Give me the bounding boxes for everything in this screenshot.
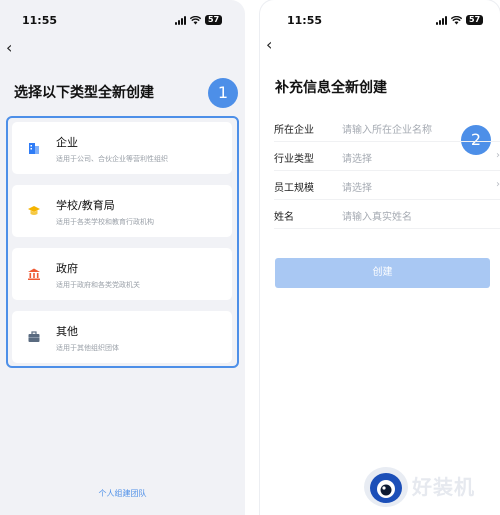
signal-icon <box>436 15 447 25</box>
field-label: 员工规模 <box>274 183 314 194</box>
briefcase-icon <box>28 331 40 342</box>
company-input[interactable]: 请输入所在企业名称 <box>342 121 432 136</box>
field-label: 所在企业 <box>274 125 314 136</box>
name-input[interactable]: 请输入真实姓名 <box>342 208 412 223</box>
type-name: 企业 <box>56 136 78 149</box>
wifi-icon <box>190 15 201 24</box>
field-label: 行业类型 <box>274 154 314 165</box>
chevron-right-icon: › <box>496 179 500 190</box>
type-name: 政府 <box>56 262 78 275</box>
back-button[interactable]: ‹ <box>6 38 12 57</box>
field-label: 姓名 <box>274 212 294 223</box>
watermark-text: 好装机 <box>412 475 475 499</box>
signal-icon <box>175 15 186 25</box>
page-title: 选择以下类型全新创建 <box>14 85 154 101</box>
type-name: 其他 <box>56 325 78 338</box>
type-card-school[interactable]: 学校/教育局 适用于各类学校和教育行政机构 <box>12 185 232 237</box>
status-icons: 57 <box>436 15 484 25</box>
type-desc: 适用于政府和各类党政机关 <box>56 281 140 289</box>
industry-select[interactable]: 请选择 <box>342 150 372 165</box>
status-bar: 11:55 57 <box>0 12 245 32</box>
government-icon <box>28 268 40 280</box>
field-company[interactable]: 所在企业 请输入所在企业名称 <box>274 114 500 142</box>
field-name[interactable]: 姓名 请输入真实姓名 <box>274 201 500 229</box>
personal-team-link[interactable]: 个人组建团队 <box>0 488 245 499</box>
field-staff-size[interactable]: 员工规模 请选择 › <box>274 172 500 200</box>
eye-logo-icon <box>364 467 408 507</box>
status-icons: 57 <box>175 15 223 25</box>
status-time: 11:55 <box>22 14 58 27</box>
type-card-other[interactable]: 其他 适用于其他组织团体 <box>12 311 232 363</box>
field-industry[interactable]: 行业类型 请选择 › <box>274 143 500 171</box>
building-icon <box>29 143 39 154</box>
type-desc: 适用于其他组织团体 <box>56 344 119 352</box>
type-desc: 适用于公司、合伙企业等营利性组织 <box>56 155 168 163</box>
site-watermark: 好装机 <box>362 463 500 511</box>
step-badge: 1 <box>208 78 238 108</box>
create-button[interactable]: 创建 <box>275 258 490 288</box>
page-title: 补充信息全新创建 <box>275 80 387 96</box>
status-time: 11:55 <box>287 14 323 27</box>
type-select-screen: 11:55 57 ‹ 选择以下类型全新创建 1 企业 适用于公司、合伙企业等营利… <box>0 0 245 515</box>
type-card-government[interactable]: 政府 适用于政府和各类党政机关 <box>12 248 232 300</box>
battery-icon: 57 <box>466 15 484 25</box>
back-button[interactable]: ‹ <box>266 35 272 54</box>
chevron-right-icon: › <box>496 150 500 161</box>
wifi-icon <box>451 15 462 24</box>
supplement-info-screen: 11:55 57 ‹ 补充信息全新创建 2 所在企业 请输入所在企业名称 行业类… <box>260 0 500 515</box>
staff-size-select[interactable]: 请选择 <box>342 179 372 194</box>
status-bar: 11:55 57 <box>260 12 500 32</box>
type-name: 学校/教育局 <box>56 199 115 212</box>
type-card-enterprise[interactable]: 企业 适用于公司、合伙企业等营利性组织 <box>12 122 232 174</box>
graduation-cap-icon <box>28 206 40 215</box>
type-desc: 适用于各类学校和教育行政机构 <box>56 218 154 226</box>
battery-icon: 57 <box>205 15 223 25</box>
